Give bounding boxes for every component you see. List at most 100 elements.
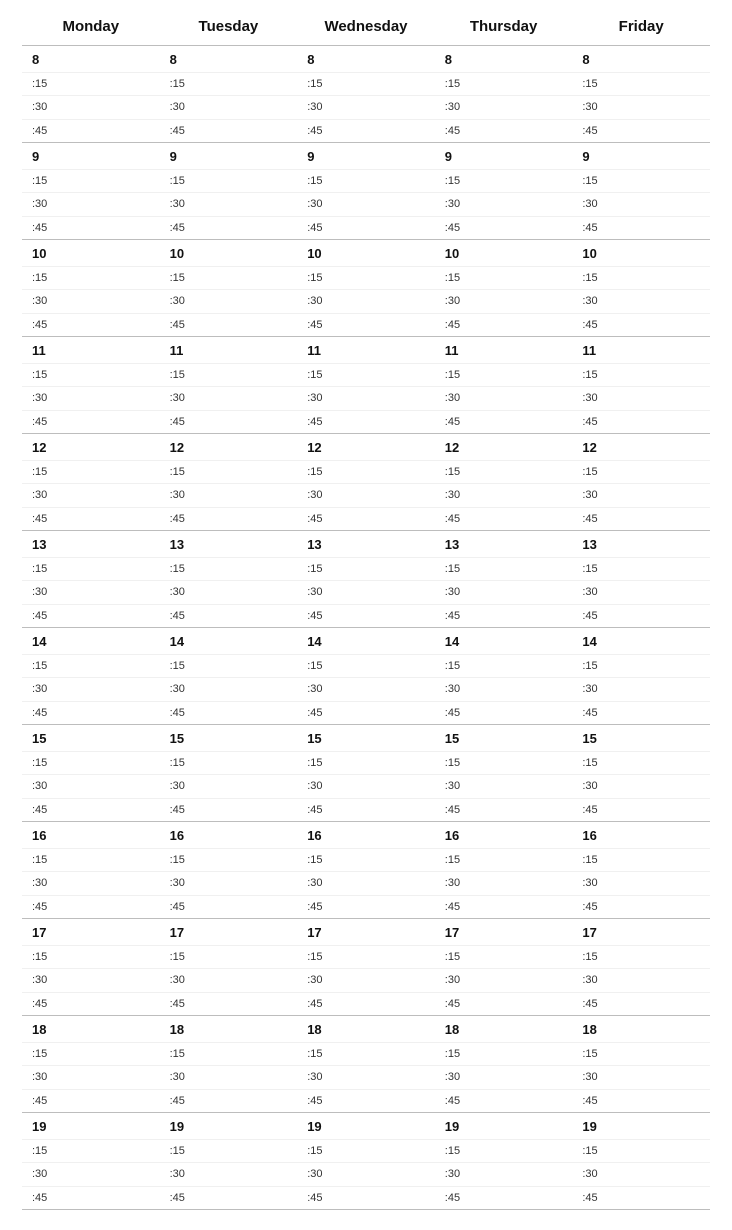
hour-label: 9 <box>160 143 298 169</box>
minute-label: :30 <box>435 193 573 216</box>
time-row-minute: :15:15:15:15:15 <box>22 655 710 679</box>
hour-label: 16 <box>435 822 573 848</box>
minute-label: :30 <box>160 1163 298 1186</box>
time-row-minute: :45:45:45:45:45 <box>22 605 710 628</box>
minute-label: :30 <box>435 581 573 604</box>
hour-label: 16 <box>160 822 298 848</box>
minute-label: :15 <box>160 461 298 484</box>
minute-label: :30 <box>160 193 298 216</box>
minute-label: :30 <box>22 484 160 507</box>
minute-label: :15 <box>435 849 573 872</box>
day-header: Thursday <box>435 12 573 45</box>
minute-label: :15 <box>22 558 160 581</box>
hour-block: 1111111111:15:15:15:15:15:30:30:30:30:30… <box>22 337 710 434</box>
minute-label: :30 <box>297 678 435 701</box>
minute-label: :30 <box>160 581 298 604</box>
minute-label: :15 <box>160 73 298 96</box>
hour-label: 14 <box>435 628 573 654</box>
minute-label: :45 <box>435 314 573 337</box>
minute-label: :45 <box>22 896 160 919</box>
time-row-hour: 1111111111 <box>22 337 710 364</box>
minute-label: :30 <box>435 1163 573 1186</box>
minute-label: :30 <box>160 387 298 410</box>
minute-label: :45 <box>435 896 573 919</box>
minute-label: :45 <box>572 217 710 240</box>
hour-label: 19 <box>160 1113 298 1139</box>
minute-label: :15 <box>160 655 298 678</box>
hour-label: 9 <box>297 143 435 169</box>
hour-label: 10 <box>435 240 573 266</box>
hour-label: 12 <box>435 434 573 460</box>
minute-label: :30 <box>22 193 160 216</box>
minute-label: :15 <box>297 364 435 387</box>
hour-block: 1717171717:15:15:15:15:15:30:30:30:30:30… <box>22 919 710 1016</box>
minute-label: :45 <box>22 508 160 531</box>
minute-label: :45 <box>435 799 573 822</box>
time-row-minute: :15:15:15:15:15 <box>22 752 710 776</box>
minute-label: :30 <box>572 290 710 313</box>
minute-label: :45 <box>22 993 160 1016</box>
header-row: MondayTuesdayWednesdayThursdayFriday <box>22 12 710 46</box>
hour-label: 16 <box>297 822 435 848</box>
minute-label: :15 <box>435 1043 573 1066</box>
time-row-minute: :30:30:30:30:30 <box>22 1066 710 1090</box>
hour-block: 1313131313:15:15:15:15:15:30:30:30:30:30… <box>22 531 710 628</box>
time-row-minute: :45:45:45:45:45 <box>22 1187 710 1210</box>
minute-label: :15 <box>297 1140 435 1163</box>
minute-label: :30 <box>572 1066 710 1089</box>
minute-label: :30 <box>22 1163 160 1186</box>
minute-label: :30 <box>572 96 710 119</box>
hour-label: 15 <box>572 725 710 751</box>
time-row-hour: 1010101010 <box>22 240 710 267</box>
time-row-minute: :30:30:30:30:30 <box>22 775 710 799</box>
hour-label: 15 <box>22 725 160 751</box>
minute-label: :15 <box>297 267 435 290</box>
minute-label: :45 <box>435 411 573 434</box>
minute-label: :15 <box>22 364 160 387</box>
minute-label: :30 <box>22 872 160 895</box>
minute-label: :15 <box>572 461 710 484</box>
hour-label: 14 <box>572 628 710 654</box>
minute-label: :45 <box>160 120 298 143</box>
minute-label: :30 <box>435 96 573 119</box>
hour-block: 1919191919:15:15:15:15:15:30:30:30:30:30… <box>22 1113 710 1210</box>
time-row-minute: :30:30:30:30:30 <box>22 96 710 120</box>
minute-label: :15 <box>22 170 160 193</box>
minute-label: :15 <box>22 752 160 775</box>
hour-label: 9 <box>572 143 710 169</box>
minute-label: :15 <box>572 73 710 96</box>
minute-label: :15 <box>572 1140 710 1163</box>
time-row-minute: :15:15:15:15:15 <box>22 267 710 291</box>
hour-label: 15 <box>160 725 298 751</box>
time-row-minute: :45:45:45:45:45 <box>22 314 710 337</box>
day-header: Monday <box>22 12 160 45</box>
minute-label: :30 <box>22 775 160 798</box>
hour-label: 17 <box>297 919 435 945</box>
minute-label: :45 <box>572 702 710 725</box>
minute-label: :45 <box>297 120 435 143</box>
minute-label: :15 <box>297 946 435 969</box>
hour-label: 16 <box>572 822 710 848</box>
minute-label: :30 <box>297 290 435 313</box>
minute-label: :45 <box>160 314 298 337</box>
minute-label: :45 <box>22 120 160 143</box>
minute-label: :45 <box>22 1187 160 1210</box>
time-row-hour: 1515151515 <box>22 725 710 752</box>
minute-label: :45 <box>160 799 298 822</box>
hour-label: 12 <box>160 434 298 460</box>
hour-block: 1010101010:15:15:15:15:15:30:30:30:30:30… <box>22 240 710 337</box>
hour-label: 18 <box>160 1016 298 1042</box>
hour-label: 19 <box>435 1113 573 1139</box>
hour-label: 14 <box>160 628 298 654</box>
minute-label: :30 <box>435 484 573 507</box>
day-header: Friday <box>572 12 710 45</box>
hour-label: 10 <box>22 240 160 266</box>
hour-label: 8 <box>297 46 435 72</box>
time-row-minute: :15:15:15:15:15 <box>22 558 710 582</box>
minute-label: :45 <box>297 605 435 628</box>
minute-label: :15 <box>572 849 710 872</box>
minute-label: :15 <box>22 1140 160 1163</box>
minute-label: :15 <box>160 170 298 193</box>
hour-label: 18 <box>435 1016 573 1042</box>
minute-label: :45 <box>572 993 710 1016</box>
